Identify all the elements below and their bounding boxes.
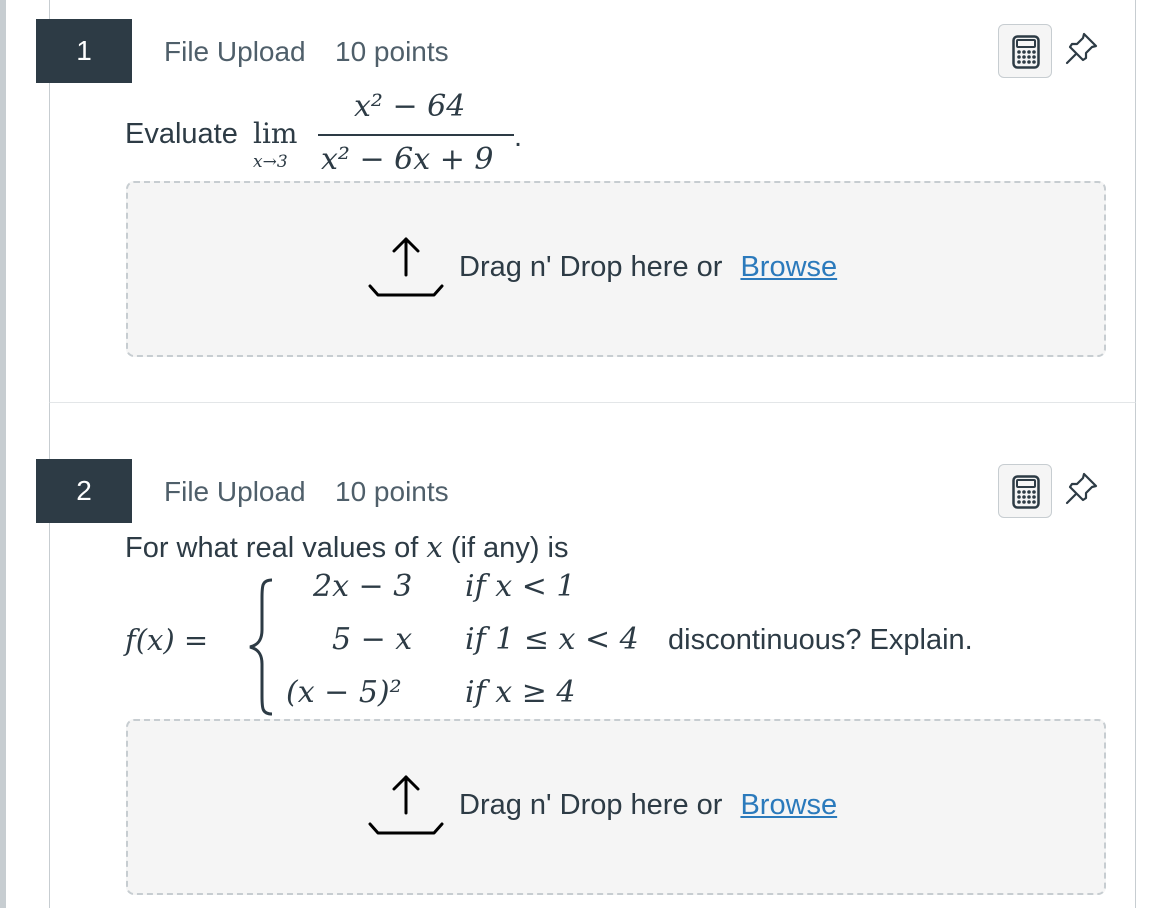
case-expression: 5 − x <box>332 622 413 657</box>
case-condition: if x < 1 <box>465 569 576 604</box>
calculator-icon <box>1012 35 1040 69</box>
question-type-label: File Upload <box>164 476 306 507</box>
prompt-suffix: discontinuous? Explain. <box>668 624 973 656</box>
prompt-variable: x <box>426 530 443 564</box>
prompt-text-start: For what real values of <box>125 532 419 564</box>
left-edge-strip <box>0 0 6 908</box>
case-expression: 2x − 3 <box>313 569 413 604</box>
question-points-label: 10 points <box>335 36 449 67</box>
upload-icon <box>368 237 444 297</box>
question-number-badge: 2 <box>36 459 132 523</box>
fraction-denominator: x² − 6x + 9 <box>321 142 494 177</box>
calculator-button[interactable] <box>998 464 1052 518</box>
upload-icon <box>368 775 444 835</box>
case-condition: if 1 ≤ x < 4 <box>465 622 639 657</box>
function-lhs: f(x) = <box>125 623 209 657</box>
question-number-badge: 1 <box>36 19 132 83</box>
question-prompt-prefix: Evaluate <box>125 118 238 150</box>
calculator-icon <box>1012 475 1040 509</box>
question-type-label: File Upload <box>164 36 306 67</box>
dropzone-text: Drag n' Drop here or <box>459 251 723 283</box>
pin-icon <box>1065 32 1098 65</box>
browse-link[interactable]: Browse <box>740 789 837 821</box>
case-expression: (x − 5)² <box>286 675 402 710</box>
quiz-page: 1 File Upload 10 points Evaluate lim x→3… <box>0 0 1152 908</box>
fraction-numerator: x² − 64 <box>354 89 466 124</box>
fraction-bar <box>318 134 514 136</box>
file-dropzone[interactable]: Drag n' Drop here or Browse <box>126 719 1106 895</box>
case-condition: if x ≥ 4 <box>465 675 576 710</box>
prompt-text-end: (if any) is <box>450 532 569 564</box>
piecewise-brace <box>249 578 273 716</box>
pin-button[interactable] <box>1064 470 1100 506</box>
dropzone-text: Drag n' Drop here or <box>459 789 723 821</box>
calculator-button[interactable] <box>998 24 1052 78</box>
browse-link[interactable]: Browse <box>740 251 837 283</box>
pin-button[interactable] <box>1064 30 1100 66</box>
file-dropzone[interactable]: Drag n' Drop here or Browse <box>126 181 1106 357</box>
prompt-period: . <box>514 121 523 153</box>
limit-subscript: x→3 <box>253 152 288 172</box>
question-points-label: 10 points <box>335 476 449 507</box>
pin-icon <box>1065 472 1098 505</box>
limit-operator: lim <box>253 117 298 150</box>
